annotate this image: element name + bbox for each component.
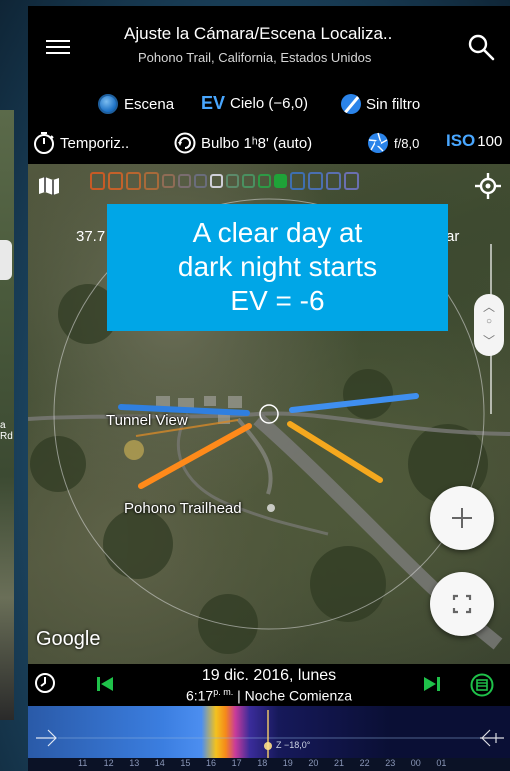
ev-label: EV <box>201 93 226 113</box>
fullscreen-button[interactable] <box>430 572 494 636</box>
label-trailhead: Pohono Trailhead <box>124 500 242 517</box>
bulb-shutter-icon <box>174 132 196 154</box>
scene-label: Escena <box>124 95 175 113</box>
location-subtitle: Pohono Trail, California, Estados Unidos <box>138 50 372 65</box>
aperture-selector[interactable]: f/8,0 <box>366 131 419 155</box>
timeline-hour-label: 23 <box>385 758 396 768</box>
sky-value: Cielo (−6,0) <box>230 95 308 112</box>
scene-selector[interactable]: Escena <box>98 94 174 114</box>
menu-icon <box>46 40 70 42</box>
time-scrubber[interactable]: Z −18,0° 11 12 13 14 15 16 17 18 19 20 21 22 23 00 01 <box>28 706 510 771</box>
timeline-hour-label: 19 <box>282 758 293 768</box>
timeline-hour-label: 18 <box>257 758 268 768</box>
map-view[interactable]: 37.7 ar A clear day at dark night starts… <box>28 164 510 664</box>
preview-chip <box>0 240 12 280</box>
event-label: | Noche Comienza <box>237 687 353 704</box>
map-layers-icon[interactable] <box>38 176 60 196</box>
iso-label: ISO <box>446 131 476 150</box>
chevron-down-icon: ﹀ <box>482 334 495 348</box>
coordinate-left: 37.7 <box>76 228 106 245</box>
timeline-hour-label: 14 <box>154 758 165 768</box>
timeline-marker-label: Z −18,0° <box>276 740 311 750</box>
app-header: Ajuste la Cámara/Escena Localiza.. Pohon… <box>28 6 510 88</box>
aperture-icon <box>368 132 388 153</box>
timeline-hour-label: 22 <box>359 758 370 768</box>
events-list-icon[interactable] <box>470 673 494 697</box>
ev-info-callout: A clear day at dark night starts EV = -6 <box>107 204 448 331</box>
time-value: 6:17 <box>185 687 214 704</box>
ev-current-marker <box>210 174 223 188</box>
time-suffix: p. m. <box>213 687 234 697</box>
search-icon[interactable] <box>466 32 496 62</box>
iso-selector[interactable]: ISO 100 <box>446 131 502 151</box>
timeline-hours: 11 12 13 14 15 16 17 18 19 20 21 22 23 00 01 <box>28 757 510 771</box>
callout-line-2: dark night starts <box>177 251 378 282</box>
ev-selector[interactable]: EV Cielo (−6,0) <box>201 93 308 114</box>
iso-value: 100 <box>477 132 503 150</box>
app-screen: Ajuste la Cámara/Escena Localiza.. Pohon… <box>28 6 510 771</box>
sunset-line <box>138 423 252 489</box>
ev-scale-strip[interactable] <box>90 172 359 190</box>
timeline-hour-label: 21 <box>334 758 345 768</box>
zoom-in-button[interactable] <box>430 486 494 550</box>
chevron-up-icon: ︿ <box>482 300 495 314</box>
next-day-icon[interactable] <box>423 676 441 692</box>
timeline-hour-label: 12 <box>103 758 114 768</box>
timeline-hour-label: 00 <box>410 758 421 768</box>
date-bar: 19 dic. 2016, lunes 6:17p. m. | Noche Co… <box>28 664 510 706</box>
timeline-hour-label: 17 <box>231 758 242 768</box>
left-map-preview: a Rd <box>0 110 14 720</box>
label-rd: a Rd <box>0 420 13 442</box>
filter-selector[interactable]: Sin filtro <box>341 94 420 114</box>
filter-label: Sin filtro <box>366 95 421 113</box>
google-logo: Google <box>36 628 101 650</box>
scene-icon <box>98 94 118 114</box>
page-title: Ajuste la Cámara/Escena Localiza.. <box>124 24 393 43</box>
timer-selector[interactable]: Temporiz.. <box>32 131 129 155</box>
timeline-hour-label: 15 <box>180 758 191 768</box>
bulb-label: Bulbo 1ʰ8' (auto) <box>201 134 313 152</box>
zoom-slider-handle[interactable]: ︿ ○ ﹀ <box>474 294 504 356</box>
coordinate-right: ar <box>446 228 460 245</box>
timeline-hour-label: 11 <box>78 758 88 768</box>
timeline-hour-label: 01 <box>436 758 447 768</box>
callout-line-3: EV = -6 <box>230 285 325 316</box>
timeline-hour-label: 13 <box>129 758 140 768</box>
camera-settings-row: Temporiz.. Bulbo 1ʰ8' (auto) f/8,0 ISO 1… <box>28 122 510 164</box>
aperture-label: f/8,0 <box>394 135 420 151</box>
label-tunnel-view: Tunnel View <box>106 412 188 429</box>
menu-button[interactable] <box>46 36 70 56</box>
callout-line-1: A clear day at <box>192 217 363 248</box>
timeline-hour-label: 20 <box>308 758 319 768</box>
timer-icon <box>34 132 54 154</box>
timer-label: Temporiz.. <box>60 134 130 152</box>
locate-icon[interactable] <box>474 172 502 200</box>
scene-settings-row: Escena EV Cielo (−6,0) Sin filtro <box>28 88 510 122</box>
fullscreen-icon <box>452 594 472 614</box>
slider-dot-icon: ○ <box>485 316 493 327</box>
shutter-selector[interactable]: Bulbo 1ʰ8' (auto) <box>173 131 312 155</box>
filter-icon <box>341 94 361 114</box>
timeline-hour-label: 16 <box>206 758 217 768</box>
